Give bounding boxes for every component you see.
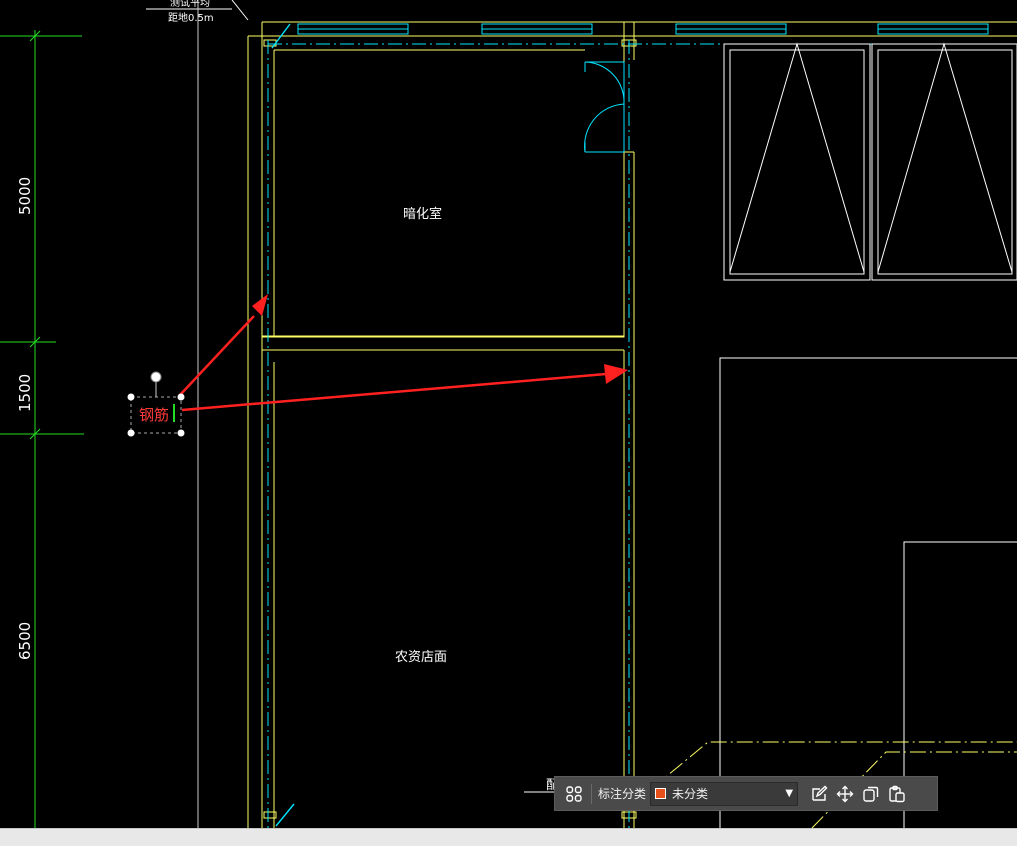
- paste-icon: [889, 785, 905, 802]
- category-value: 未分类: [672, 787, 709, 801]
- resize-handle-tl[interactable]: [127, 393, 135, 401]
- dimension-6500: 6500: [16, 622, 34, 660]
- arrow-head-1: [252, 294, 268, 316]
- paste-button[interactable]: [884, 781, 910, 807]
- copy-icon: [863, 786, 879, 802]
- axis-lines: [267, 40, 1017, 828]
- category-color-swatch: [655, 788, 667, 799]
- annotation-arrows[interactable]: [179, 294, 628, 412]
- windows: [297, 23, 989, 35]
- axis-markers: [271, 23, 295, 827]
- top-note-line1: 测试平均: [170, 0, 210, 9]
- top-note: 测试平均 距地0.5m: [146, 0, 249, 24]
- annotation-text[interactable]: 钢筋: [139, 406, 169, 424]
- category-label: 标注分类: [598, 787, 647, 801]
- cad-drawing-canvas[interactable]: 5000 1500 6500 测试平均 距地0.5m 配 暗化室 农资店面 钢筋: [0, 0, 1017, 845]
- door: [584, 61, 625, 153]
- rotate-handle[interactable]: [150, 371, 162, 383]
- dimension-labels: 5000 1500 6500: [16, 177, 34, 660]
- resize-handle-bl[interactable]: [127, 429, 135, 437]
- category-select[interactable]: 未分类 ▼: [650, 781, 799, 806]
- grid-button[interactable]: [561, 781, 587, 807]
- dimension-1500: 1500: [16, 374, 34, 412]
- room-label-shop: 农资店面: [395, 650, 447, 665]
- edit-icon: [812, 785, 828, 801]
- bottom-scrollbar[interactable]: [0, 828, 1017, 846]
- annotation-box[interactable]: 钢筋: [127, 371, 185, 437]
- edit-button[interactable]: [806, 781, 832, 807]
- move-button[interactable]: [832, 781, 858, 807]
- annotation-toolbar: 标注分类 未分类 ▼: [554, 776, 938, 811]
- toolbar-separator: [591, 783, 592, 804]
- move-icon: [836, 785, 854, 802]
- resize-handle-br[interactable]: [177, 429, 185, 437]
- walls: [247, 21, 1017, 828]
- dimension-chain: [0, 30, 84, 828]
- cabinets: [719, 42, 1017, 828]
- copy-button[interactable]: [858, 781, 884, 807]
- dimension-5000: 5000: [16, 177, 34, 215]
- chevron-down-icon: ▼: [785, 788, 794, 799]
- resize-handle-tr[interactable]: [177, 393, 185, 401]
- top-note-line2: 距地0.5m: [168, 11, 214, 24]
- room-label-darkroom: 暗化室: [403, 206, 442, 222]
- grid-icon: [566, 785, 582, 802]
